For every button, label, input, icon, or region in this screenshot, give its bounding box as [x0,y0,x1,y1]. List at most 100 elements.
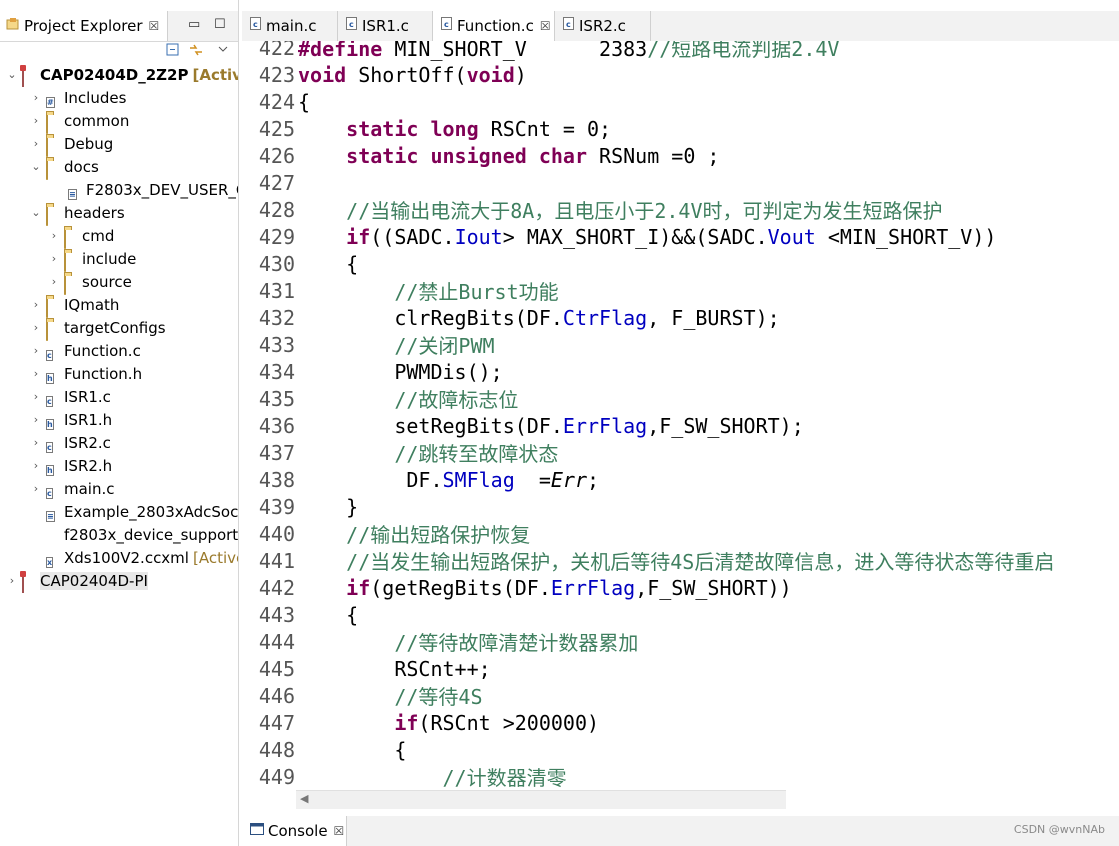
tree-item[interactable]: › include [48,247,136,272]
tab-isr1-c[interactable]: c ISR1.c [338,11,433,41]
collapse-chevron-icon[interactable]: › [30,367,42,380]
code-line[interactable]: 435 //故障标志位 [242,384,519,413]
tree-item[interactable]: › IQmath [30,293,119,318]
code-line[interactable]: 440 //输出短路保护恢复 [242,520,530,548]
collapse-chevron-icon[interactable]: › [30,459,42,472]
horizontal-scrollbar[interactable]: ◀ [296,790,786,809]
tree-item[interactable]: › c ISR1.c [30,385,111,408]
code-line[interactable]: 439 } [242,493,358,520]
close-icon[interactable]: ☒ [149,19,160,33]
scroll-left-icon[interactable]: ◀ [300,792,308,805]
code-line[interactable]: 424{ [242,88,310,115]
tree-item[interactable]: › h ISR1.h [30,408,112,431]
collapse-chevron-icon[interactable]: › [30,91,42,104]
collapse-chevron-icon[interactable]: › [30,436,42,449]
expand-chevron-icon[interactable]: ⌄ [30,206,42,219]
code-line[interactable]: 447 if(RSCnt >200000) [242,709,599,736]
keyword-token: unsigned [430,143,527,168]
tree-item[interactable]: ⌄ docs [30,155,99,180]
collapse-chevron-icon[interactable]: › [30,390,42,403]
tree-item-label: Xds100V2.ccxml [64,548,189,567]
tree-item[interactable]: › Debug [30,132,113,157]
collapse-chevron-icon[interactable]: › [30,114,42,127]
code-text: //故障标志位 [298,384,518,413]
tree-item[interactable]: f2803x_device_support [30,523,238,546]
tab-main-c[interactable]: c main.c [242,11,338,41]
code-line[interactable]: 432 clrRegBits(DF.CtrFlag, F_BURST); [242,304,780,331]
minimize-button[interactable]: ▭ [188,17,200,32]
code-line[interactable]: 442 if(getRegBits(DF.ErrFlag,F_SW_SHORT)… [242,574,792,601]
code-line[interactable]: 427 [242,169,298,196]
tree-item-label: ISR1.c [64,387,111,406]
code-line[interactable]: 433 //关闭PWM [242,331,495,359]
collapse-chevron-icon[interactable]: › [48,275,60,288]
line-number: 434 [258,359,295,384]
tab-function-c[interactable]: c Function.c ☒ [433,11,555,41]
code-line[interactable]: 423 void ShortOff(void) [242,61,527,88]
code-line[interactable]: 448 { [242,736,407,763]
comment-token: //等待故障清楚计数器累加 [394,631,639,655]
collapse-chevron-icon[interactable]: › [48,252,60,265]
code-editor[interactable]: 422 #define MIN_SHORT_V 2383//短路电流判据2.4V 4… [242,41,1119,791]
link-with-editor-icon[interactable] [188,43,204,61]
tree-item[interactable]: ≡ F2803x_DEV_USER_G [52,178,238,201]
collapse-chevron-icon[interactable]: › [30,298,42,311]
collapse-chevron-icon[interactable]: › [48,229,60,242]
tab-project-explorer[interactable]: Project Explorer ☒ [0,11,168,41]
code-line[interactable]: 446 //等待4S [242,682,483,710]
collapse-chevron-icon[interactable]: › [6,574,18,587]
code-line[interactable]: 431 //禁止Burst功能 [242,277,559,305]
tree-item[interactable]: › h ISR2.h [30,454,112,477]
watermark: CSDN @wvnNAb [1013,823,1105,836]
code-token: { [298,251,359,276]
collapse-chevron-icon[interactable]: › [30,413,42,426]
code-line[interactable]: 444 //等待故障清楚计数器累加 [242,628,639,656]
tree-item[interactable]: › CAP02404D-PI [6,569,148,593]
tree-item[interactable]: › c main.c [30,477,115,500]
close-icon[interactable]: ☒ [540,19,551,33]
view-menu-icon[interactable] [218,43,228,58]
tree-item[interactable]: › common [30,109,129,134]
tree-item[interactable]: › # Includes [30,86,126,109]
maximize-button[interactable]: ☐ [214,17,226,32]
collapse-chevron-icon[interactable]: › [30,137,42,150]
tree-item[interactable]: › targetConfigs [30,316,166,341]
tree-item[interactable]: › c ISR2.c [30,431,111,454]
code-line[interactable]: 428 //当输出电流大于8A，且电压小于2.4V时，可判定为发生短路保护 [242,196,943,224]
code-line[interactable]: 449 //计数器清零 [242,763,567,791]
code-line[interactable]: 429 if((SADC.Iout> MAX_SHORT_I)&&(SADC.V… [242,223,997,250]
tree-item[interactable]: x Xds100V2.ccxml[Active [30,546,238,569]
field-token: CtrFlag [562,305,648,330]
code-token: Err [550,467,587,492]
tree-item[interactable]: ⌄ headers [30,201,125,226]
tree-item[interactable]: › h Function.h [30,362,142,385]
tab-isr2-c[interactable]: c ISR2.c [555,11,651,41]
tree-item[interactable]: › cmd [48,224,114,249]
tree-item[interactable]: ⌄ CAP02404D_2Z2P[Active [6,63,238,87]
code-line[interactable]: 426 static unsigned char RSNum =0 ; [242,142,720,169]
code-line[interactable]: 445 RSCnt++; [242,655,491,682]
code-line[interactable]: 443 { [242,601,358,628]
code-line[interactable]: 434 PWMDis(); [242,358,503,385]
code-line[interactable]: 441 //当发生输出短路保护，关机后等待4S后清楚故障信息，进入等待状态等待重… [242,547,1054,575]
code-line[interactable]: 425 static long RSCnt = 0; [242,115,611,142]
code-line[interactable]: 422 #define MIN_SHORT_V 2383//短路电流判据2.4V [242,41,840,61]
collapse-chevron-icon[interactable]: › [30,321,42,334]
code-line[interactable]: 430 { [242,250,358,277]
tree-item[interactable]: › source [48,270,132,295]
collapse-chevron-icon[interactable]: › [30,344,42,357]
code-line[interactable]: 438 DF.SMFlag =Err; [242,466,599,493]
collapse-chevron-icon[interactable]: › [30,482,42,495]
tab-console[interactable]: Console ☒ [242,816,347,846]
code-line[interactable]: 436 setRegBits(DF.ErrFlag,F_SW_SHORT); [242,412,804,439]
collapse-all-icon[interactable] [166,43,180,61]
close-icon[interactable]: ☒ [334,824,345,838]
tree-item[interactable]: ≡ Example_2803xAdcSoc. [30,500,238,523]
code-line[interactable]: 437 //跳转至故障状态 [242,439,559,467]
expand-chevron-icon[interactable]: ⌄ [6,68,18,81]
tree-item[interactable]: › c Function.c [30,339,141,362]
expand-chevron-icon[interactable]: ⌄ [30,160,42,173]
keyword-token: #define [298,41,383,61]
